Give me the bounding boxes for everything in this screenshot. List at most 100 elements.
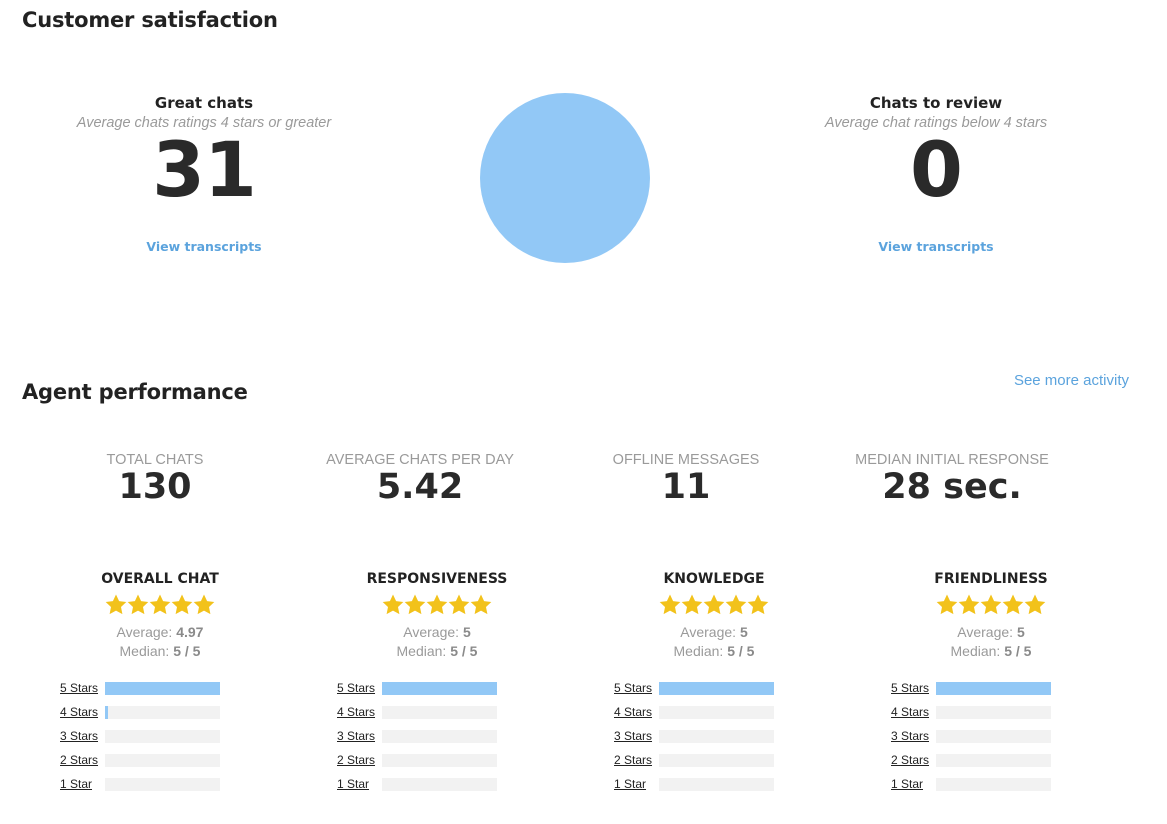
- distribution-link[interactable]: 1 Star: [337, 777, 382, 791]
- rating-card-friendliness: FRIENDLINESS Average: 5 Median: 5 / 5 5 Sta…: [891, 571, 1091, 796]
- rating-median: Median: 5 / 5: [60, 643, 260, 659]
- rating-average-label: Average:: [957, 624, 1014, 640]
- distribution-track: [936, 729, 1051, 743]
- star-icon: [1024, 594, 1046, 615]
- distribution-row: 4 Stars: [337, 700, 537, 724]
- star-icon: [193, 594, 215, 615]
- distribution-track: [659, 705, 774, 719]
- distribution-row: 5 Stars: [891, 676, 1091, 700]
- distribution-row: 2 Stars: [891, 748, 1091, 772]
- stat-label: OFFLINE MESSAGES: [612, 452, 760, 468]
- distribution-link[interactable]: 3 Stars: [891, 729, 936, 743]
- star-icon: [725, 594, 747, 615]
- rating-median: Median: 5 / 5: [614, 643, 814, 659]
- distribution-row: 1 Star: [614, 772, 814, 796]
- rating-distribution: 5 Stars 4 Stars 3 Stars 2 Stars 1 Star: [891, 676, 1091, 796]
- distribution-track: [382, 777, 497, 791]
- rating-median-value: 5 / 5: [173, 643, 201, 659]
- rating-distribution: 5 Stars 4 Stars 3 Stars 2 Stars 1 Star: [337, 676, 537, 796]
- stat-median-initial-response: MEDIAN INITIAL RESPONSE 28 sec.: [822, 452, 1082, 506]
- distribution-link[interactable]: 4 Stars: [337, 705, 382, 719]
- rating-median-value: 5 / 5: [450, 643, 478, 659]
- distribution-link[interactable]: 5 Stars: [337, 681, 382, 695]
- distribution-row: 4 Stars: [891, 700, 1091, 724]
- rating-title: FRIENDLINESS: [934, 571, 1048, 587]
- distribution-link[interactable]: 3 Stars: [337, 729, 382, 743]
- rating-average-value: 5: [462, 624, 471, 640]
- distribution-link[interactable]: 2 Stars: [337, 753, 382, 767]
- rating-card-knowledge: KNOWLEDGE Average: 5 Median: 5 / 5 5 Stars 4…: [614, 571, 814, 796]
- distribution-link[interactable]: 1 Star: [891, 777, 936, 791]
- distribution-track: [936, 705, 1051, 719]
- distribution-track: [936, 777, 1051, 791]
- distribution-link[interactable]: 2 Stars: [60, 753, 105, 767]
- distribution-link[interactable]: 2 Stars: [891, 753, 936, 767]
- distribution-row: 2 Stars: [337, 748, 537, 772]
- distribution-link[interactable]: 4 Stars: [891, 705, 936, 719]
- distribution-track: [659, 729, 774, 743]
- distribution-row: 1 Star: [60, 772, 260, 796]
- rating-distribution: 5 Stars 4 Stars 3 Stars 2 Stars 1 Star: [614, 676, 814, 796]
- distribution-link[interactable]: 5 Stars: [614, 681, 659, 695]
- rating-median: Median: 5 / 5: [891, 643, 1091, 659]
- rating-card-overall-chat: OVERALL CHAT Average: 4.97 Median: 5 / 55 …: [60, 571, 260, 796]
- agent-performance-title: Agent performance: [22, 380, 248, 404]
- distribution-link[interactable]: 5 Stars: [60, 681, 105, 695]
- stat-value: 11: [661, 467, 711, 507]
- distribution-track: [382, 705, 497, 719]
- distribution-row: 1 Star: [337, 772, 537, 796]
- star-icon: [681, 594, 703, 615]
- rating-average: Average: 5: [337, 624, 537, 640]
- star-icon: [747, 594, 769, 615]
- rating-median-label: Median:: [396, 643, 447, 659]
- rating-title: OVERALL CHAT: [101, 571, 219, 587]
- distribution-link[interactable]: 3 Stars: [614, 729, 659, 743]
- stat-offline-messages: OFFLINE MESSAGES 11: [556, 452, 816, 506]
- chats-to-review-label: Chats to review: [869, 94, 1003, 112]
- distribution-fill: [105, 705, 109, 719]
- distribution-link[interactable]: 1 Star: [60, 777, 105, 791]
- star-icon: [404, 594, 426, 615]
- see-more-activity-link[interactable]: See more activity: [1014, 372, 1129, 389]
- great-chats-view-transcripts-link[interactable]: View transcripts: [54, 239, 354, 254]
- distribution-track: [659, 777, 774, 791]
- distribution-link[interactable]: 1 Star: [614, 777, 659, 791]
- star-icon: [105, 594, 127, 615]
- rating-average: Average: 5: [891, 624, 1091, 640]
- rating-median-value: 5 / 5: [727, 643, 755, 659]
- distribution-row: 3 Stars: [60, 724, 260, 748]
- chats-to-review-block: Chats to review Average chat ratings bel…: [786, 94, 1086, 254]
- customer-satisfaction-title: Customer satisfaction: [22, 8, 278, 32]
- star-rating: [891, 593, 1091, 621]
- distribution-track: [936, 681, 1051, 695]
- distribution-fill: [105, 681, 220, 695]
- distribution-row: 5 Stars: [614, 676, 814, 700]
- rating-title: RESPONSIVENESS: [366, 571, 508, 587]
- distribution-row: 3 Stars: [891, 724, 1091, 748]
- rating-average-label: Average:: [116, 624, 173, 640]
- distribution-link[interactable]: 2 Stars: [614, 753, 659, 767]
- rating-median-label: Median:: [119, 643, 170, 659]
- distribution-fill: [659, 681, 774, 695]
- distribution-track: [382, 729, 497, 743]
- star-icon: [426, 594, 448, 615]
- star-rating: [614, 593, 814, 621]
- distribution-link[interactable]: 3 Stars: [60, 729, 105, 743]
- distribution-link[interactable]: 4 Stars: [60, 705, 105, 719]
- great-chats-label: Great chats: [154, 94, 254, 112]
- chats-to-review-view-transcripts-link[interactable]: View transcripts: [786, 239, 1086, 254]
- distribution-track: [105, 753, 220, 767]
- great-chats-count: 31: [152, 125, 257, 214]
- distribution-link[interactable]: 4 Stars: [614, 705, 659, 719]
- rating-title: KNOWLEDGE: [663, 571, 765, 587]
- stat-label: AVERAGE CHATS PER DAY: [326, 452, 514, 468]
- star-icon: [448, 594, 470, 615]
- distribution-fill: [382, 681, 497, 695]
- distribution-track: [105, 705, 220, 719]
- star-icon: [470, 594, 492, 615]
- distribution-track: [936, 753, 1051, 767]
- star-icon: [149, 594, 171, 615]
- rating-average-value: 5: [739, 624, 748, 640]
- rating-average: Average: 4.97: [60, 624, 260, 640]
- distribution-link[interactable]: 5 Stars: [891, 681, 936, 695]
